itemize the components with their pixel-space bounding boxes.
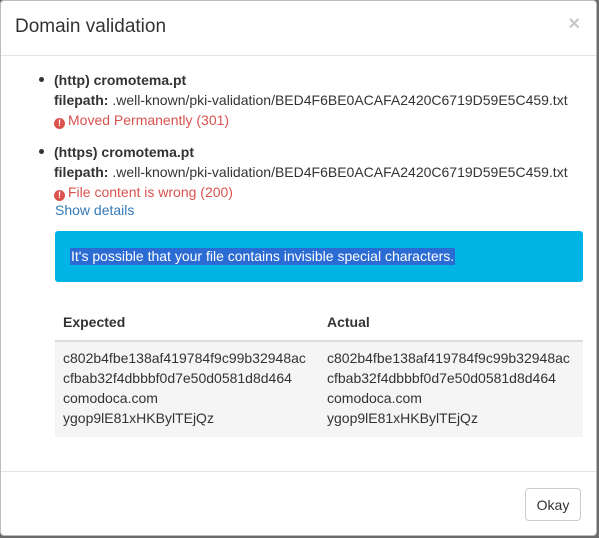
- expected-line: ygop9lE81xHKBylTEjQz: [63, 410, 214, 426]
- check-error: ! File content is wrong (200): [54, 182, 568, 202]
- check-error: ! Moved Permanently (301): [54, 110, 568, 130]
- filepath-label: filepath:: [54, 164, 109, 180]
- modal-footer: Okay: [1, 471, 596, 537]
- check-filepath-row: filepath: .well-known/pki-validation/BED…: [54, 162, 568, 182]
- error-text: File content is wrong (200): [68, 184, 233, 200]
- expected-line: cfbab32f4dbbbf0d7e50d0581d8d464: [63, 370, 292, 386]
- exclamation-circle-icon: !: [54, 190, 65, 201]
- modal-title: Domain validation: [15, 16, 167, 37]
- filepath-label: filepath:: [54, 92, 109, 108]
- close-icon[interactable]: ×: [568, 14, 580, 34]
- actual-line: c802b4fbe138af419784f9c99b32948ac: [327, 350, 570, 366]
- bullet-icon: [39, 149, 44, 154]
- expected-line: comodoca.com: [63, 390, 158, 406]
- domain-validation-modal: Domain validation × (http) cromotema.pt …: [0, 0, 597, 536]
- check-filepath-row: filepath: .well-known/pki-validation/BED…: [54, 90, 568, 110]
- exclamation-circle-icon: !: [54, 118, 65, 129]
- check-domain: (https) cromotema.pt: [54, 144, 194, 160]
- filepath-value: .well-known/pki-validation/BED4F6BE0ACAF…: [112, 164, 568, 180]
- check-domain: (http) cromotema.pt: [54, 72, 187, 88]
- info-alert: It's possible that your file contains in…: [55, 231, 583, 282]
- actual-line: comodoca.com: [327, 390, 422, 406]
- bullet-icon: [39, 77, 44, 82]
- table-header: Expected Actual: [55, 304, 583, 342]
- header-expected: Expected: [63, 314, 126, 330]
- show-details-link[interactable]: Show details: [55, 202, 134, 218]
- alert-text: It's possible that your file contains in…: [70, 248, 456, 265]
- expected-line: c802b4fbe138af419784f9c99b32948ac: [63, 350, 306, 366]
- table-row: c802b4fbe138af419784f9c99b32948ac cfbab3…: [55, 342, 583, 437]
- actual-cell: c802b4fbe138af419784f9c99b32948ac cfbab3…: [327, 348, 570, 428]
- actual-line: ygop9lE81xHKBylTEjQz: [327, 410, 478, 426]
- filepath-value: .well-known/pki-validation/BED4F6BE0ACAF…: [112, 92, 568, 108]
- header-actual: Actual: [327, 314, 370, 330]
- error-text: Moved Permanently (301): [68, 112, 230, 128]
- okay-button[interactable]: Okay: [525, 488, 581, 521]
- actual-line: cfbab32f4dbbbf0d7e50d0581d8d464: [327, 370, 556, 386]
- expected-cell: c802b4fbe138af419784f9c99b32948ac cfbab3…: [63, 348, 306, 428]
- modal-header: Domain validation ×: [1, 1, 596, 56]
